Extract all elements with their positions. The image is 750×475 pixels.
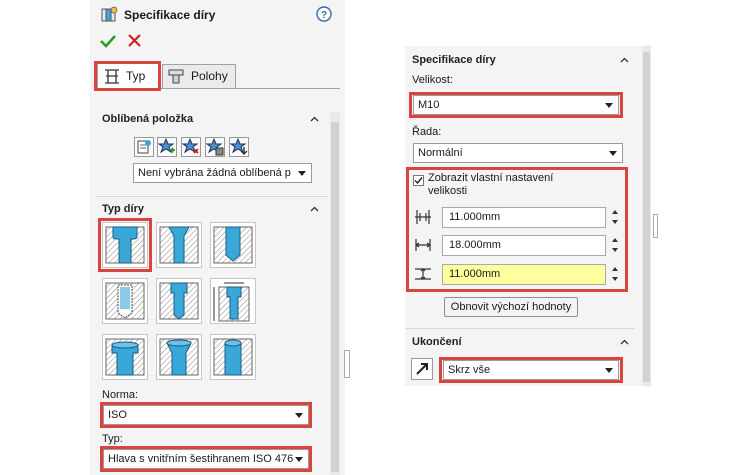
countersink-slot-tile[interactable]	[156, 334, 202, 380]
countersink-icon	[159, 226, 199, 264]
legacy-hole-icon	[213, 282, 250, 322]
restore-defaults-label: Obnovit výchozí hodnoty	[450, 301, 572, 313]
scrollbar-thumb[interactable]	[643, 52, 650, 382]
restore-defaults-button[interactable]: Obnovit výchozí hodnoty	[444, 297, 578, 317]
countersink-slot-icon	[159, 338, 199, 376]
help-icon[interactable]: ?	[316, 6, 332, 22]
tapered-tap-tile[interactable]	[156, 278, 202, 324]
countersink-tile[interactable]	[156, 222, 202, 268]
chevron-up-icon[interactable]	[310, 205, 319, 214]
chevron-up-icon[interactable]	[620, 338, 629, 347]
highlight-end-condition	[439, 357, 623, 383]
type-label: Typ:	[102, 433, 123, 445]
simple-hole-tile[interactable]	[210, 222, 256, 268]
fit-select[interactable]: Normální	[413, 143, 623, 163]
highlight-counterbore	[98, 218, 152, 272]
simple-hole-icon	[213, 226, 253, 264]
splitter-handle[interactable]	[344, 350, 350, 378]
favorites-header[interactable]: Oblíbená položka	[102, 113, 193, 125]
positions-icon	[167, 68, 185, 85]
straight-tap-icon	[105, 282, 145, 320]
save-favorite-icon	[205, 137, 224, 156]
counterbore-slot-tile[interactable]	[102, 334, 148, 380]
feature-icon	[100, 6, 118, 24]
highlight-type	[100, 446, 312, 472]
x-icon[interactable]	[128, 34, 141, 47]
slot-icon	[213, 338, 253, 376]
separator	[406, 328, 634, 329]
load-favorite-icon	[229, 137, 248, 155]
splitter-handle[interactable]	[653, 214, 658, 238]
load-favorite-button[interactable]	[229, 137, 249, 157]
size-label: Velikost:	[412, 74, 453, 86]
apply-defaults-icon	[137, 140, 151, 154]
tab-polohy-label: Polohy	[191, 69, 228, 83]
end-condition-header[interactable]: Ukončení	[412, 336, 462, 348]
counterbore-slot-icon	[105, 338, 145, 376]
spec-header[interactable]: Specifikace díry	[412, 54, 496, 66]
check-icon[interactable]	[100, 34, 116, 48]
hole-type-header[interactable]: Typ díry	[102, 203, 144, 215]
fit-label: Řada:	[412, 126, 442, 138]
reverse-direction-button[interactable]	[411, 358, 433, 380]
legacy-hole-tile[interactable]	[210, 278, 256, 324]
favorite-select[interactable]: Není vybrána žádná oblíbená p	[133, 163, 312, 183]
panel-title: Specifikace díry	[124, 8, 216, 22]
tapered-tap-icon	[159, 282, 199, 320]
straight-tap-tile[interactable]	[102, 278, 148, 324]
add-favorite-icon	[157, 137, 175, 154]
reverse-direction-icon	[416, 363, 428, 375]
chevron-up-icon[interactable]	[620, 56, 629, 65]
add-favorite-button[interactable]	[157, 137, 177, 157]
favorite-select-value: Není vybrána žádná oblíbená p	[138, 167, 291, 179]
scrollbar[interactable]	[642, 46, 651, 386]
delete-favorite-button[interactable]	[181, 137, 201, 157]
svg-text:?: ?	[321, 10, 327, 21]
scrollbar[interactable]	[330, 112, 340, 475]
save-favorite-button[interactable]	[205, 137, 225, 157]
highlight-tab-typ	[94, 61, 161, 91]
chevron-up-icon[interactable]	[310, 115, 319, 124]
slot-tile[interactable]	[210, 334, 256, 380]
delete-favorite-icon	[181, 137, 199, 154]
highlight-standard	[100, 402, 312, 428]
scrollbar-thumb[interactable]	[331, 122, 339, 472]
chevron-down-icon	[298, 171, 306, 176]
apply-defaults-button[interactable]	[134, 137, 154, 157]
highlight-size	[409, 92, 623, 118]
chevron-down-icon	[609, 151, 617, 156]
standard-label: Norma:	[102, 389, 139, 401]
fit-select-value: Normální	[418, 147, 463, 159]
tab-polohy[interactable]: Polohy	[162, 64, 236, 88]
highlight-custom-size	[406, 167, 628, 292]
separator	[96, 196, 328, 197]
